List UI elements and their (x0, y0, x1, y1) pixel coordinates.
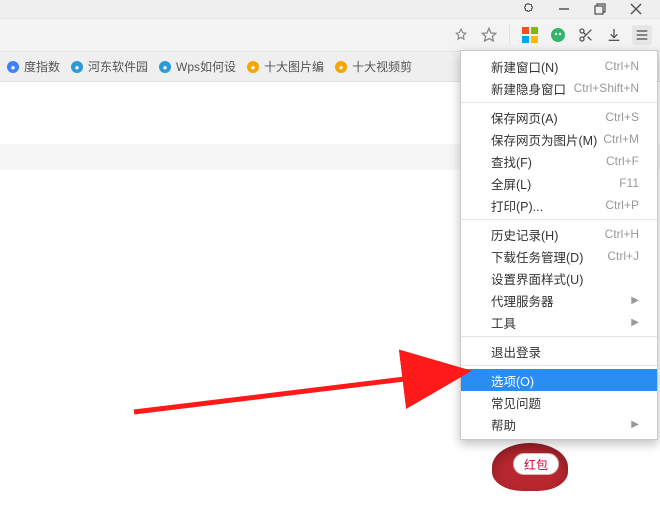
menu-item-label: 选项(O) (491, 371, 534, 390)
red-packet-widget[interactable]: 红包 (486, 441, 574, 505)
menu-item[interactable]: 新建窗口(N) Ctrl+N (461, 55, 657, 77)
menu-item-label: 工具 (491, 313, 516, 332)
bookmark-item[interactable]: ● 河东软件园 (70, 58, 148, 75)
menu-item-label: 新建隐身窗口 (491, 79, 566, 98)
pin-icon[interactable] (451, 25, 471, 45)
bookmark-item[interactable]: ● 十大图片编 (246, 58, 324, 75)
extension-puzzle-icon[interactable] (522, 3, 534, 15)
menu-item[interactable]: 新建隐身窗口 Ctrl+Shift+N (461, 77, 657, 99)
menu-item[interactable]: 下载任务管理(D) Ctrl+J (461, 245, 657, 267)
menu-item[interactable]: 打印(P)... Ctrl+P (461, 194, 657, 216)
bookmark-item[interactable]: ● 度指数 (6, 58, 60, 75)
menu-item[interactable]: 代理服务器 ▶ (461, 289, 657, 311)
menu-item[interactable]: 帮助 ▶ (461, 413, 657, 435)
download-icon[interactable] (604, 25, 624, 45)
star-icon[interactable] (479, 25, 499, 45)
menu-item-shortcut: Ctrl+N (605, 59, 639, 73)
minimize-button[interactable] (558, 3, 570, 15)
menu-item[interactable]: 选项(O) (461, 369, 657, 391)
menu-item[interactable]: 保存网页(A) Ctrl+S (461, 106, 657, 128)
menu-item-shortcut: Ctrl+M (603, 132, 639, 146)
menu-item-shortcut: Ctrl+J (607, 249, 639, 263)
menu-item-shortcut: Ctrl+Shift+N (574, 81, 639, 95)
menu-divider (461, 365, 657, 366)
bookmark-label: 十大视频剪 (352, 58, 412, 75)
menu-item-shortcut: Ctrl+H (605, 227, 639, 241)
menu-item[interactable]: 工具 ▶ (461, 311, 657, 333)
menu-item-label: 历史记录(H) (491, 225, 558, 244)
scissors-icon[interactable] (576, 25, 596, 45)
browser-toolbar (0, 18, 660, 52)
menu-item-label: 打印(P)... (491, 196, 543, 215)
bookmark-label: 十大图片编 (264, 58, 324, 75)
menu-item-shortcut: Ctrl+S (605, 110, 639, 124)
bookmark-favicon: ● (158, 60, 172, 74)
bookmark-item[interactable]: ● 十大视频剪 (334, 58, 412, 75)
bookmark-item[interactable]: ● Wps如何设 (158, 58, 236, 75)
svg-text:●: ● (251, 63, 256, 72)
bookmark-favicon: ● (246, 60, 260, 74)
menu-item[interactable]: 常见问题 (461, 391, 657, 413)
menu-item-label: 保存网页(A) (491, 108, 558, 127)
menu-divider (461, 219, 657, 220)
bookmark-label: Wps如何设 (176, 58, 236, 75)
chevron-right-icon: ▶ (631, 317, 639, 328)
svg-text:●: ● (339, 63, 344, 72)
menu-item-label: 保存网页为图片(M) (491, 130, 597, 149)
menu-item-label: 下载任务管理(D) (491, 247, 583, 266)
menu-divider (461, 336, 657, 337)
bookmark-favicon: ● (6, 60, 20, 74)
menu-item[interactable]: 设置界面样式(U) (461, 267, 657, 289)
menu-item[interactable]: 保存网页为图片(M) Ctrl+M (461, 128, 657, 150)
svg-text:●: ● (11, 63, 16, 72)
menu-item-label: 新建窗口(N) (491, 57, 558, 76)
menu-item[interactable]: 全屏(L) F11 (461, 172, 657, 194)
menu-item-label: 代理服务器 (491, 291, 554, 310)
menu-item-label: 全屏(L) (491, 174, 531, 193)
close-button[interactable] (630, 3, 642, 15)
menu-item-shortcut: F11 (619, 176, 639, 190)
hamburger-menu-icon[interactable] (632, 25, 652, 45)
menu-item[interactable]: 历史记录(H) Ctrl+H (461, 223, 657, 245)
svg-text:●: ● (75, 63, 80, 72)
bookmark-label: 河东软件园 (88, 58, 148, 75)
bookmark-label: 度指数 (24, 58, 60, 75)
window-titlebar (0, 0, 660, 18)
menu-divider (461, 102, 657, 103)
menu-item-label: 设置界面样式(U) (491, 269, 583, 288)
chevron-right-icon: ▶ (631, 295, 639, 306)
svg-text:●: ● (163, 63, 168, 72)
menu-item[interactable]: 退出登录 (461, 340, 657, 362)
menu-item-label: 常见问题 (491, 393, 541, 412)
microsoft-icon[interactable] (520, 25, 540, 45)
restore-button[interactable] (594, 3, 606, 15)
menu-item[interactable]: 查找(F) Ctrl+F (461, 150, 657, 172)
chevron-right-icon: ▶ (631, 419, 639, 430)
red-packet-label: 红包 (513, 453, 559, 475)
menu-item-shortcut: Ctrl+F (606, 154, 639, 168)
assistant-icon[interactable] (548, 25, 568, 45)
main-menu-dropdown: 新建窗口(N) Ctrl+N 新建隐身窗口 Ctrl+Shift+N 保存网页(A) Ct… (460, 50, 658, 440)
menu-item-label: 查找(F) (491, 152, 532, 171)
bookmark-favicon: ● (334, 60, 348, 74)
bookmark-favicon: ● (70, 60, 84, 74)
menu-item-label: 帮助 (491, 415, 516, 434)
menu-item-shortcut: Ctrl+P (605, 198, 639, 212)
menu-item-label: 退出登录 (491, 342, 541, 361)
